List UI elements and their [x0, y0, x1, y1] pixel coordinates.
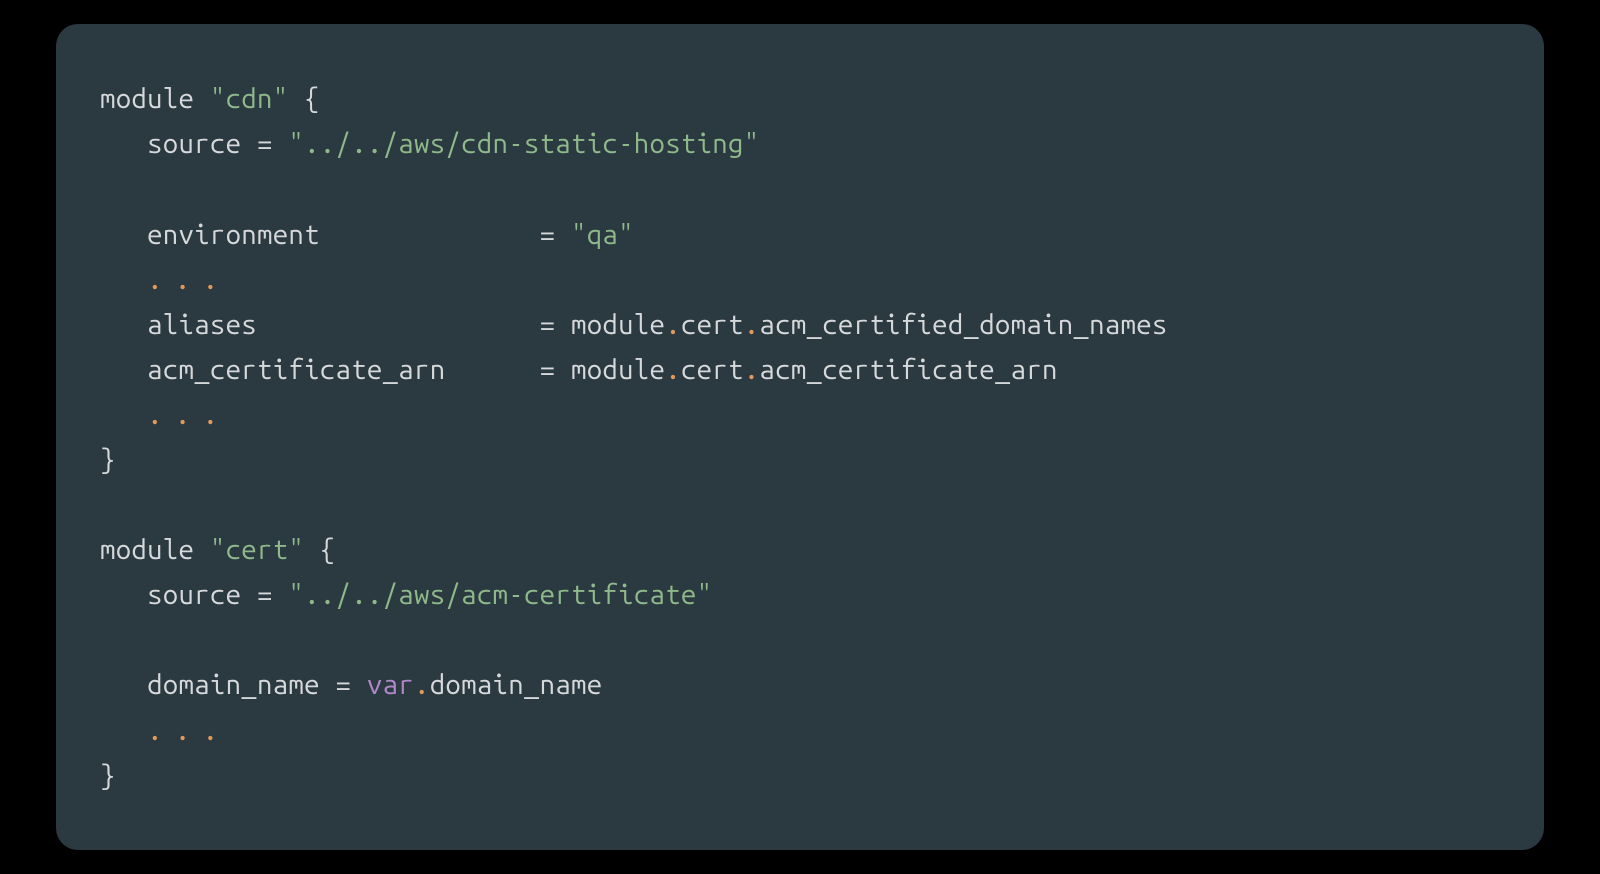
- code-line: }: [100, 437, 1500, 482]
- code-token: acm_certificate_arn = module: [100, 354, 665, 385]
- code-line: [100, 617, 1500, 662]
- code-token: .: [744, 354, 760, 385]
- code-token: [100, 715, 147, 746]
- code-token: environment =: [100, 219, 571, 250]
- code-token: .: [414, 669, 430, 700]
- code-line: module "cdn" {: [100, 76, 1500, 121]
- code-line: [100, 482, 1500, 527]
- code-token: ...: [147, 264, 230, 295]
- code-token: .: [744, 309, 760, 340]
- code-token: "cert": [210, 534, 304, 565]
- code-token: }: [100, 444, 116, 475]
- code-token: domain_name: [430, 669, 603, 700]
- code-token: "../../aws/cdn-static-hosting": [288, 128, 759, 159]
- code-line: source = "../../aws/acm-certificate": [100, 572, 1500, 617]
- code-line: acm_certificate_arn = module.cert.acm_ce…: [100, 347, 1500, 392]
- code-block: module "cdn" { source = "../../aws/cdn-s…: [56, 24, 1544, 850]
- code-token: var: [367, 669, 414, 700]
- code-token: .: [665, 354, 681, 385]
- code-token: module: [100, 83, 210, 114]
- code-token: "../../aws/acm-certificate": [288, 579, 712, 610]
- code-token: .: [665, 309, 681, 340]
- code-token: "qa": [571, 219, 634, 250]
- code-line: [100, 166, 1500, 211]
- code-token: [100, 399, 147, 430]
- code-line: }: [100, 753, 1500, 798]
- code-token: {: [304, 534, 335, 565]
- code-token: acm_certificate_arn: [759, 354, 1057, 385]
- code-line: module "cert" {: [100, 527, 1500, 572]
- code-token: {: [288, 83, 319, 114]
- code-line: ...: [100, 708, 1500, 753]
- code-token: cert: [681, 354, 744, 385]
- code-line: aliases = module.cert.acm_certified_doma…: [100, 302, 1500, 347]
- code-token: source =: [100, 128, 288, 159]
- code-token: source =: [100, 579, 288, 610]
- code-token: ...: [147, 399, 230, 430]
- code-token: aliases = module: [100, 309, 665, 340]
- code-token: ...: [147, 715, 230, 746]
- code-token: acm_certified_domain_names: [759, 309, 1167, 340]
- code-line: domain_name = var.domain_name: [100, 662, 1500, 707]
- code-token: cert: [681, 309, 744, 340]
- code-token: [100, 264, 147, 295]
- code-token: "cdn": [210, 83, 289, 114]
- code-line: environment = "qa": [100, 212, 1500, 257]
- code-line: ...: [100, 392, 1500, 437]
- code-token: }: [100, 760, 116, 791]
- code-token: domain_name =: [100, 669, 367, 700]
- code-line: source = "../../aws/cdn-static-hosting": [100, 121, 1500, 166]
- code-line: ...: [100, 257, 1500, 302]
- code-token: module: [100, 534, 210, 565]
